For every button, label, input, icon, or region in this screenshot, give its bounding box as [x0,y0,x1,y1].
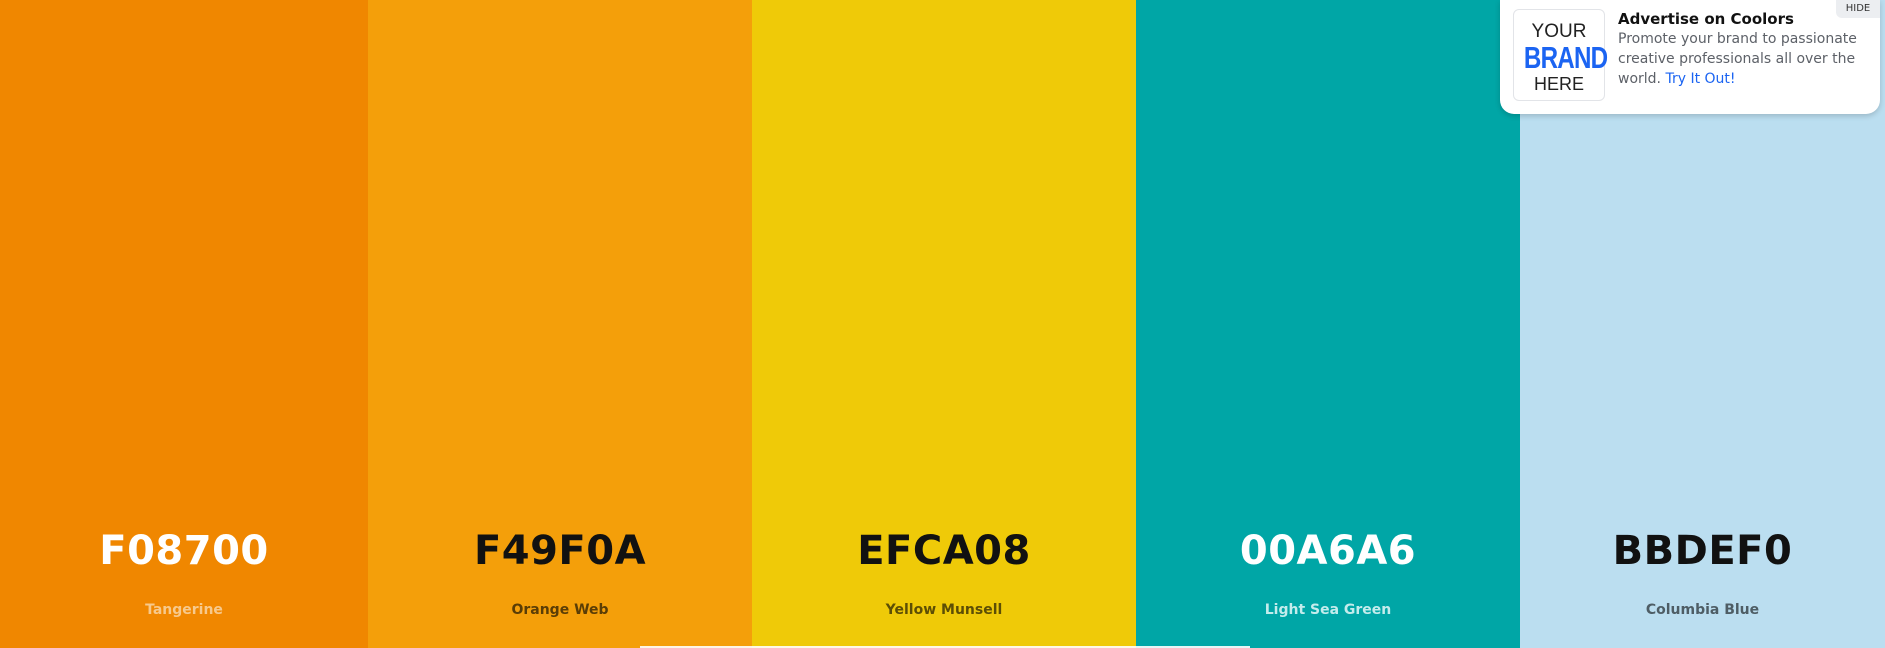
hide-ad-button[interactable]: HIDE [1836,0,1880,18]
swatch-light-sea-green[interactable]: 00A6A6 Light Sea Green [1136,0,1520,648]
swatch-hex-code[interactable]: BBDEF0 [1520,528,1885,574]
ad-logo-top-text: YOUR [1531,21,1587,42]
swatch-color-name[interactable]: Tangerine [0,601,368,619]
ad-logo-brand-text: BRAND [1523,40,1608,75]
ad-card: YOUR BRAND HERE Advertise on Coolors Pro… [1500,0,1880,114]
ad-try-it-out-link[interactable]: Try It Out! [1665,71,1735,87]
ad-body-text: Promote your brand to passionate creativ… [1618,31,1857,87]
swatch-yellow-munsell[interactable]: EFCA08 Yellow Munsell [752,0,1136,648]
swatch-hex-code[interactable]: F08700 [0,528,368,574]
swatch-hex-code[interactable]: EFCA08 [752,528,1136,574]
swatch-color-name[interactable]: Columbia Blue [1520,601,1885,619]
ad-description: Promote your brand to passionate creativ… [1618,29,1870,89]
ad-brand-logo[interactable]: YOUR BRAND HERE [1513,9,1608,101]
swatch-color-name[interactable]: Yellow Munsell [752,601,1136,619]
swatch-orange-web[interactable]: F49F0A Orange Web [368,0,752,648]
swatch-hex-code[interactable]: 00A6A6 [1136,528,1520,574]
swatch-color-name[interactable]: Light Sea Green [1136,601,1520,619]
ad-logo-bottom-text: HERE [1533,74,1584,94]
swatch-tangerine[interactable]: F08700 Tangerine [0,0,368,648]
swatch-color-name[interactable]: Orange Web [368,601,752,619]
swatch-hex-code[interactable]: F49F0A [368,528,752,574]
ad-title[interactable]: Advertise on Coolors [1618,9,1794,29]
